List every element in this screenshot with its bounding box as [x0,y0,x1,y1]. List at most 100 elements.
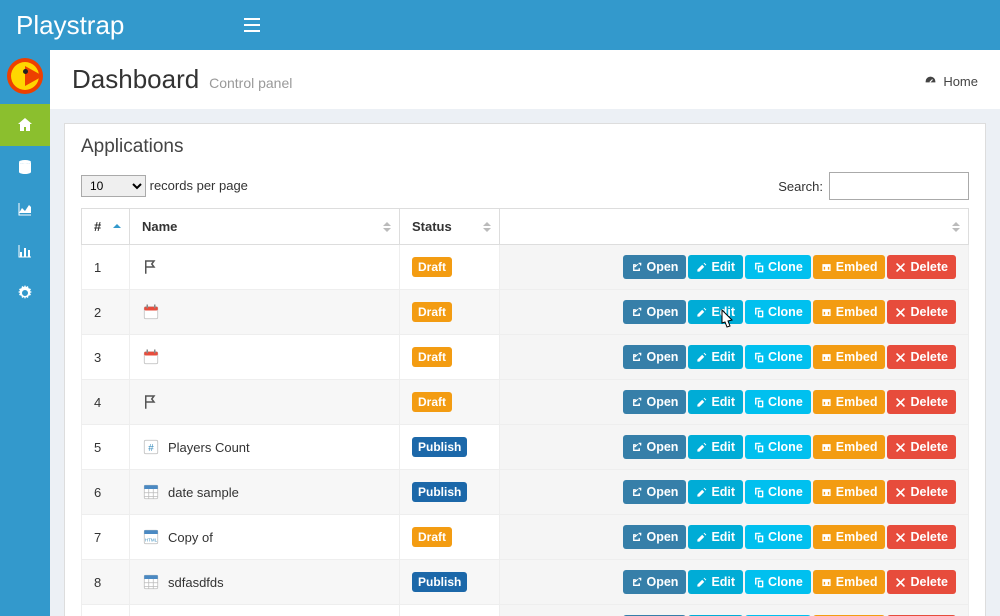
status-badge: Draft [412,347,452,367]
row-idx: 6 [82,470,130,515]
embed-button[interactable]: Embed [813,525,886,549]
row-name[interactable]: sdfasdfds [168,575,224,590]
delete-button[interactable]: Delete [887,345,956,369]
clone-button[interactable]: Clone [745,435,811,459]
clone-button[interactable]: Clone [745,390,811,414]
sort-icon [952,222,960,232]
nav-data[interactable] [0,146,50,188]
col-idx[interactable]: # [82,209,130,245]
delete-button[interactable]: Delete [887,435,956,459]
delete-button[interactable]: Delete [887,390,956,414]
delete-button[interactable]: Delete [887,525,956,549]
nav-bar-chart[interactable] [0,230,50,272]
edit-button[interactable]: Edit [688,300,743,324]
flag-icon [142,393,160,411]
open-button[interactable]: Open [623,390,686,414]
row-status-cell: Draft [400,335,500,380]
table-row: 6 date sample Publish OpenEditCloneEmbedDel… [82,470,969,515]
row-name-cell: Players Count [130,425,400,470]
topbar: Playstrap [0,0,1000,50]
table-row: 3DraftOpenEditCloneEmbedDelete [82,335,969,380]
table-row: 2DraftOpenEditCloneEmbedDelete [82,290,969,335]
edit-button[interactable]: Edit [688,525,743,549]
embed-button[interactable]: Embed [813,570,886,594]
clone-button[interactable]: Clone [745,525,811,549]
open-button[interactable]: Open [623,255,686,279]
row-name-cell [130,335,400,380]
main: Dashboard Control panel Home Application… [50,50,1000,616]
panel-title: Applications [81,136,969,158]
row-status-cell: Draft [400,380,500,425]
breadcrumb[interactable]: Home [924,74,978,89]
row-name-cell [130,605,400,616]
search-label: Search: [778,179,823,194]
sort-icon [483,222,491,232]
open-button[interactable]: Open [623,300,686,324]
delete-button[interactable]: Delete [887,300,956,324]
edit-button[interactable]: Edit [688,390,743,414]
edit-button[interactable]: Edit [688,570,743,594]
open-button[interactable]: Open [623,570,686,594]
row-status-cell: Draft [400,605,500,616]
breadcrumb-home: Home [943,74,978,89]
clone-button[interactable]: Clone [745,255,811,279]
row-name[interactable]: Copy of [168,530,213,545]
col-status[interactable]: Status [400,209,500,245]
edit-button[interactable]: Edit [688,345,743,369]
brand[interactable]: Playstrap [0,0,230,50]
delete-button[interactable]: Delete [887,255,956,279]
col-actions[interactable] [500,209,969,245]
table-row: 5 Players Count Publish OpenEditCloneEmbedD… [82,425,969,470]
delete-button[interactable]: Delete [887,570,956,594]
clone-button[interactable]: Clone [745,300,811,324]
row-name[interactable]: date sample [168,485,239,500]
open-button[interactable]: Open [623,435,686,459]
row-name-cell: Copy of [130,515,400,560]
delete-button[interactable]: Delete [887,480,956,504]
row-actions: OpenEditCloneEmbedDelete [500,425,969,470]
records-per-page-select[interactable]: 10 [81,175,146,197]
embed-button[interactable]: Embed [813,300,886,324]
open-button[interactable]: Open [623,345,686,369]
html-icon [142,528,160,546]
avatar[interactable] [7,58,43,94]
search-input[interactable] [829,172,969,200]
col-name[interactable]: Name [130,209,400,245]
row-actions: OpenEditCloneEmbedDelete [500,470,969,515]
status-badge: Draft [412,257,452,277]
row-actions: OpenEditCloneEmbedDelete [500,245,969,290]
embed-button[interactable]: Embed [813,390,886,414]
row-status-cell: Draft [400,515,500,560]
embed-button[interactable]: Embed [813,435,886,459]
clone-button[interactable]: Clone [745,570,811,594]
cal-icon [142,348,160,366]
row-idx: 5 [82,425,130,470]
embed-button[interactable]: Embed [813,255,886,279]
row-name[interactable]: Players Count [168,440,250,455]
edit-button[interactable]: Edit [688,255,743,279]
row-name-cell [130,245,400,290]
page-header: Dashboard Control panel Home [50,50,1000,109]
grid-icon [142,573,160,591]
table-row: 7 Copy of Draft OpenEditCloneEmbedDelete [82,515,969,560]
row-idx: 7 [82,515,130,560]
applications-panel: Applications 10 records per page Search: [64,123,986,616]
row-actions: OpenEditCloneEmbedDelete [500,335,969,380]
edit-button[interactable]: Edit [688,435,743,459]
nav-home[interactable] [0,104,50,146]
table-controls: 10 records per page Search: [81,172,969,200]
open-button[interactable]: Open [623,480,686,504]
hash-icon [142,438,160,456]
hamburger-icon[interactable] [230,18,274,32]
embed-button[interactable]: Embed [813,480,886,504]
status-badge: Publish [412,482,467,502]
embed-button[interactable]: Embed [813,345,886,369]
clone-button[interactable]: Clone [745,345,811,369]
open-button[interactable]: Open [623,525,686,549]
edit-button[interactable]: Edit [688,480,743,504]
status-badge: Publish [412,437,467,457]
nav-area-chart[interactable] [0,188,50,230]
clone-button[interactable]: Clone [745,480,811,504]
row-actions: OpenEditCloneEmbedDelete [500,560,969,605]
nav-settings[interactable] [0,272,50,314]
